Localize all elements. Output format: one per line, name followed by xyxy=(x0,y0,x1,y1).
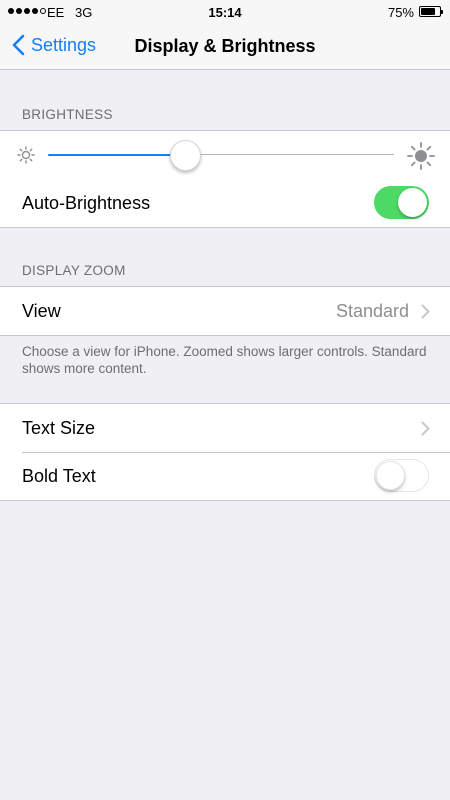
section-header-display-zoom: DISPLAY ZOOM xyxy=(22,263,126,278)
text-group: Text Size Bold Text xyxy=(0,403,450,501)
slider-track-filled xyxy=(48,154,187,156)
view-value: Standard xyxy=(335,301,409,321)
text-size-label: Text Size xyxy=(22,418,96,438)
status-bar: EE 3G 15:14 75% xyxy=(0,0,450,24)
view-label: View xyxy=(22,301,61,321)
battery-fill xyxy=(421,8,435,15)
status-time: 15:14 xyxy=(208,5,242,20)
slider-track-empty xyxy=(186,154,394,155)
bold-text-label: Bold Text xyxy=(22,466,96,486)
auto-brightness-label: Auto-Brightness xyxy=(22,193,151,213)
bold-text-row: Bold Text xyxy=(0,452,450,500)
display-zoom-group: View Standard xyxy=(0,286,450,336)
section-header-brightness: BRIGHTNESS xyxy=(22,107,113,122)
brightness-high-icon xyxy=(407,142,435,170)
display-zoom-note: Choose a view for iPhone. Zoomed shows l… xyxy=(22,344,427,376)
text-size-row[interactable]: Text Size xyxy=(0,404,450,452)
view-row[interactable]: View Standard xyxy=(0,287,450,335)
toggle-knob xyxy=(398,188,427,217)
brightness-slider[interactable] xyxy=(0,131,450,179)
brightness-group: Auto-Brightness xyxy=(0,130,450,228)
brightness-low-icon xyxy=(17,146,35,164)
battery-percent: 75% xyxy=(387,5,414,20)
chevron-right-icon xyxy=(421,304,430,319)
auto-brightness-toggle[interactable] xyxy=(374,186,429,219)
battery-icon xyxy=(419,6,443,17)
slider-thumb[interactable] xyxy=(170,140,202,171)
toggle-knob xyxy=(376,461,405,490)
chevron-right-icon xyxy=(421,421,430,436)
page-title: Display & Brightness xyxy=(134,36,316,56)
navigation-bar: Settings Display & Brightness xyxy=(0,24,450,70)
bold-text-toggle[interactable] xyxy=(374,459,429,492)
auto-brightness-row: Auto-Brightness xyxy=(0,179,450,227)
